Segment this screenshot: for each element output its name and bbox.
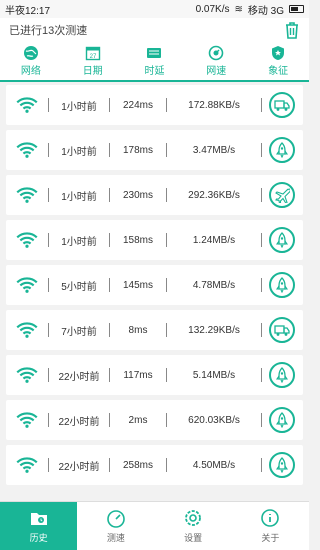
rocket-icon — [269, 227, 295, 253]
row-speed: 3.47MB/s — [192, 144, 236, 156]
trash-icon[interactable] — [284, 21, 300, 39]
wifi-icon — [6, 310, 48, 350]
wifi-status-icon: ≋ — [234, 3, 243, 15]
list-item[interactable]: 1小时前 224ms 172.88KB/s — [6, 85, 303, 125]
row-ping: 224ms — [122, 99, 153, 111]
list-item[interactable]: 1小时前 178ms 3.47MB/s — [6, 130, 303, 170]
row-ping: 145ms — [122, 279, 153, 291]
row-ping: 258ms — [122, 459, 153, 471]
history-list: 1小时前 224ms 172.88KB/s 1小时前 178ms 3.47MB/s 1小时前… — [0, 82, 309, 485]
row-time: 22小时前 — [58, 371, 100, 383]
row-time: 1小时前 — [61, 101, 97, 113]
badge-icon — [272, 46, 285, 60]
row-ping: 117ms — [123, 369, 153, 381]
rocket-icon — [269, 137, 295, 163]
column-tabs: 网络 27 日期 时延 网速 象征 — [0, 42, 309, 82]
status-time: 半夜12:17 — [5, 5, 51, 17]
status-bar: 半夜12:17 0.07K/s ≋ 移动 3G — [0, 0, 309, 18]
row-time: 1小时前 — [61, 191, 97, 203]
row-speed: 4.50MB/s — [192, 459, 236, 471]
row-time: 22小时前 — [58, 461, 100, 473]
list-item[interactable]: 22小时前 117ms 5.14MB/s — [6, 355, 303, 395]
test-count-title: 已进行13次测速 — [9, 25, 88, 37]
tab-badge[interactable]: 象征 — [247, 42, 309, 80]
tab-ping[interactable]: 时延 — [124, 42, 186, 80]
row-speed: 132.29KB/s — [188, 324, 240, 336]
row-ping: 158ms — [122, 234, 153, 246]
list-item[interactable]: 1小时前 158ms 1.24MB/s — [6, 220, 303, 260]
row-time: 22小时前 — [58, 416, 100, 428]
list-item[interactable]: 7小时前 8ms 132.29KB/s — [6, 310, 303, 350]
nav-about[interactable]: 关于 — [232, 502, 309, 550]
wifi-icon — [6, 445, 48, 485]
wifi-icon — [6, 400, 48, 440]
status-carrier: 移动 3G — [247, 5, 284, 17]
row-time: 1小时前 — [61, 236, 97, 248]
wifi-icon — [6, 220, 48, 260]
nav-settings[interactable]: 设置 — [155, 502, 232, 550]
rocket-icon — [269, 272, 295, 298]
app-header: 已进行13次测速 — [0, 18, 309, 42]
gauge-icon — [107, 510, 125, 528]
wifi-icon — [6, 175, 48, 215]
plane-icon — [269, 182, 295, 208]
truck-icon — [269, 92, 295, 118]
row-ping: 178ms — [122, 144, 153, 156]
list-item[interactable]: 22小时前 258ms 4.50MB/s — [6, 445, 303, 485]
truck-icon — [269, 317, 295, 343]
settings-icon — [185, 510, 202, 526]
row-speed: 172.88KB/s — [188, 99, 240, 111]
row-speed: 4.78MB/s — [192, 279, 236, 291]
row-time: 1小时前 — [61, 146, 97, 158]
list-item[interactable]: 22小时前 2ms 620.03KB/s — [6, 400, 303, 440]
wifi-icon — [6, 130, 48, 170]
row-time: 7小时前 — [61, 326, 97, 338]
row-ping: 230ms — [122, 189, 153, 201]
row-speed: 620.03KB/s — [188, 414, 240, 426]
nav-history[interactable]: 历史 — [0, 502, 78, 550]
speedometer-icon — [208, 45, 224, 61]
tab-speed[interactable]: 网速 — [185, 42, 247, 80]
row-ping: 2ms — [128, 414, 148, 426]
rocket-icon — [269, 407, 295, 433]
calendar-icon: 27 — [85, 46, 100, 61]
nav-speedtest[interactable]: 测速 — [77, 502, 154, 550]
battery-icon — [289, 5, 304, 13]
ping-icon — [147, 48, 162, 58]
row-speed: 292.36KB/s — [188, 189, 240, 201]
globe-icon — [23, 46, 38, 60]
rocket-icon — [269, 452, 295, 478]
row-ping: 8ms — [128, 324, 148, 336]
list-item[interactable]: 1小时前 230ms 292.36KB/s — [6, 175, 303, 215]
rocket-icon — [269, 362, 295, 388]
tab-date[interactable]: 27 日期 — [62, 42, 124, 80]
wifi-icon — [6, 355, 48, 395]
tab-network[interactable]: 网络 — [0, 42, 62, 80]
svg-text:27: 27 — [89, 54, 96, 60]
folder-icon — [30, 513, 47, 525]
row-speed: 5.14MB/s — [192, 369, 236, 381]
info-icon — [261, 509, 280, 527]
wifi-icon — [6, 265, 48, 305]
list-item[interactable]: 5小时前 145ms 4.78MB/s — [6, 265, 303, 305]
row-speed: 1.24MB/s — [192, 234, 236, 246]
wifi-icon — [6, 85, 48, 125]
status-speed: 0.07K/s — [195, 3, 230, 15]
row-time: 5小时前 — [61, 281, 97, 293]
bottom-nav: 历史 测速 设置 关于 — [0, 501, 309, 550]
